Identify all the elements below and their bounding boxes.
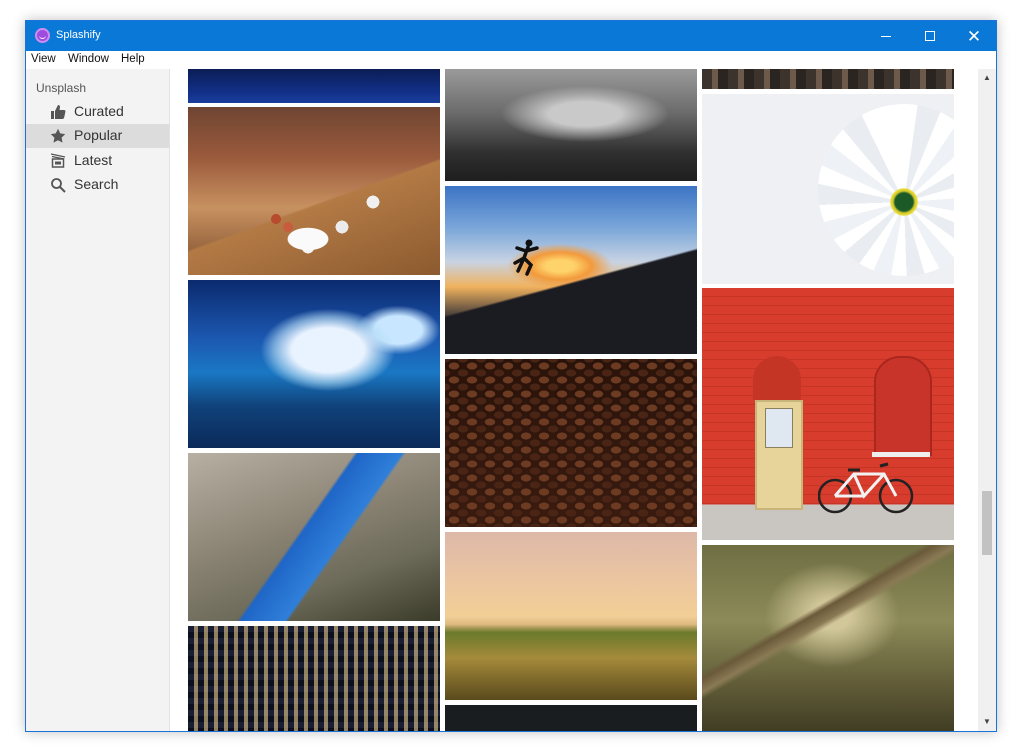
photo-fjord-cliffs[interactable] [188,453,440,621]
scrollbar-thumb[interactable] [982,491,992,555]
title-bar[interactable]: Splashify ✕ [26,21,996,51]
photo-white-daisy[interactable] [702,94,954,284]
photo-red-brick-wall-bicycle[interactable] [702,288,954,540]
menu-view[interactable]: View [31,53,56,65]
sidebar-item-label: Curated [74,103,124,119]
photo-dark-photo[interactable] [445,705,697,731]
minimize-icon [881,35,891,37]
menu-window[interactable]: Window [68,53,109,65]
thumbs-up-icon [51,105,66,119]
sidebar-item-label: Popular [74,127,123,143]
sidebar-item-curated[interactable]: Curated [26,100,169,124]
photo-grid [170,69,978,731]
sidebar-item-label: Search [74,176,119,192]
scroll-down-arrow-icon[interactable]: ▼ [983,717,991,726]
close-icon: ✕ [966,26,982,46]
photo-misty-forest-bw[interactable] [445,69,697,181]
bicycle [818,462,914,514]
scroll-up-arrow-icon[interactable]: ▲ [983,73,991,82]
star-icon [50,128,66,143]
jumping-person-silhouette [513,239,539,276]
door-arch [753,356,801,400]
door [755,400,803,510]
photo-city-street-top[interactable] [702,69,954,89]
maximize-button[interactable] [908,21,952,51]
arched-window [874,356,932,456]
app-icon [35,28,50,43]
photo-coffee-beans[interactable] [445,359,697,527]
photo-sunlit-forest[interactable] [702,545,954,731]
latest-icon [50,153,66,168]
photo-sunset-jumping-person[interactable] [445,186,697,354]
vertical-scrollbar[interactable]: ▲ ▼ [978,69,996,731]
minimize-button[interactable] [864,21,908,51]
close-button[interactable]: ✕ [952,21,996,51]
daisy-background-mask [818,104,954,276]
photo-night-blue-sky[interactable] [188,69,440,103]
photo-office-building-night[interactable] [188,626,440,731]
photo-ocean-wave-surfer[interactable] [188,280,440,448]
menu-help[interactable]: Help [121,53,145,65]
photo-hot-air-balloons[interactable] [445,532,697,700]
app-title: Splashify [56,29,101,41]
search-icon [51,178,66,193]
sidebar: Unsplash Curated Popular Latest Search [26,69,170,731]
menu-bar: View Window Help [26,51,996,69]
sidebar-item-search[interactable]: Search [26,173,169,197]
door-window [765,408,793,448]
maximize-icon [925,31,935,41]
photo-cafe-table-coffee-cups[interactable] [188,107,440,275]
sidebar-item-label: Latest [74,152,113,168]
window-sill [872,452,930,457]
sidebar-item-popular[interactable]: Popular [26,124,169,148]
app-window: Splashify ✕ View Window Help Unsplash Cu… [25,20,997,732]
sidebar-heading: Unsplash [36,81,87,95]
sidebar-item-latest[interactable]: Latest [26,149,169,173]
